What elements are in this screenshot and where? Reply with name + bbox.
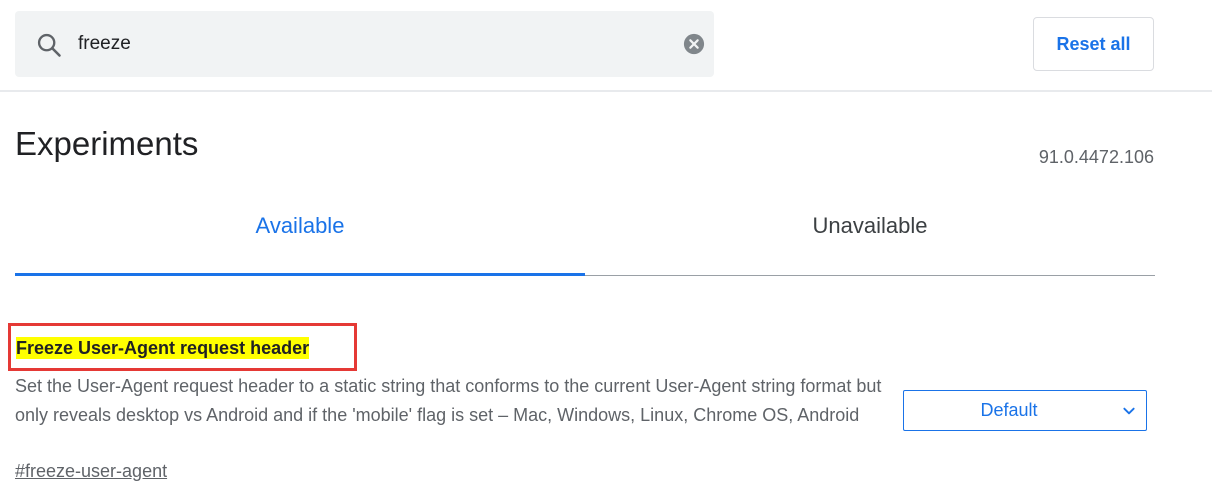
annotation-highlight-box: Freeze User-Agent request header — [8, 323, 357, 371]
header: Reset all — [0, 0, 1212, 92]
experiment-permalink[interactable]: #freeze-user-agent — [15, 459, 167, 483]
tab-available[interactable]: Available — [15, 200, 585, 276]
reset-all-button[interactable]: Reset all — [1033, 17, 1154, 71]
tab-unavailable[interactable]: Unavailable — [585, 200, 1155, 276]
tab-available-label: Available — [255, 213, 345, 238]
experiment-state-value: Default — [980, 400, 1038, 420]
experiment-title: Freeze User-Agent request header — [16, 337, 310, 359]
search-input[interactable] — [78, 29, 658, 59]
page-title: Experiments — [15, 125, 199, 162]
flags-page: Reset all Experiments 91.0.4472.106 Avai… — [0, 0, 1212, 484]
clear-icon[interactable] — [683, 33, 705, 55]
version-label: 91.0.4472.106 — [1038, 147, 1154, 167]
search-box[interactable] — [15, 11, 714, 77]
experiment-description: Set the User-Agent request header to a s… — [15, 376, 882, 425]
search-icon — [37, 33, 61, 57]
chevron-down-icon — [1123, 407, 1135, 415]
experiment-state-select[interactable]: Default — [903, 390, 1147, 431]
tab-unavailable-label: Unavailable — [812, 213, 928, 238]
tab-bar: Available Unavailable — [15, 200, 1155, 276]
